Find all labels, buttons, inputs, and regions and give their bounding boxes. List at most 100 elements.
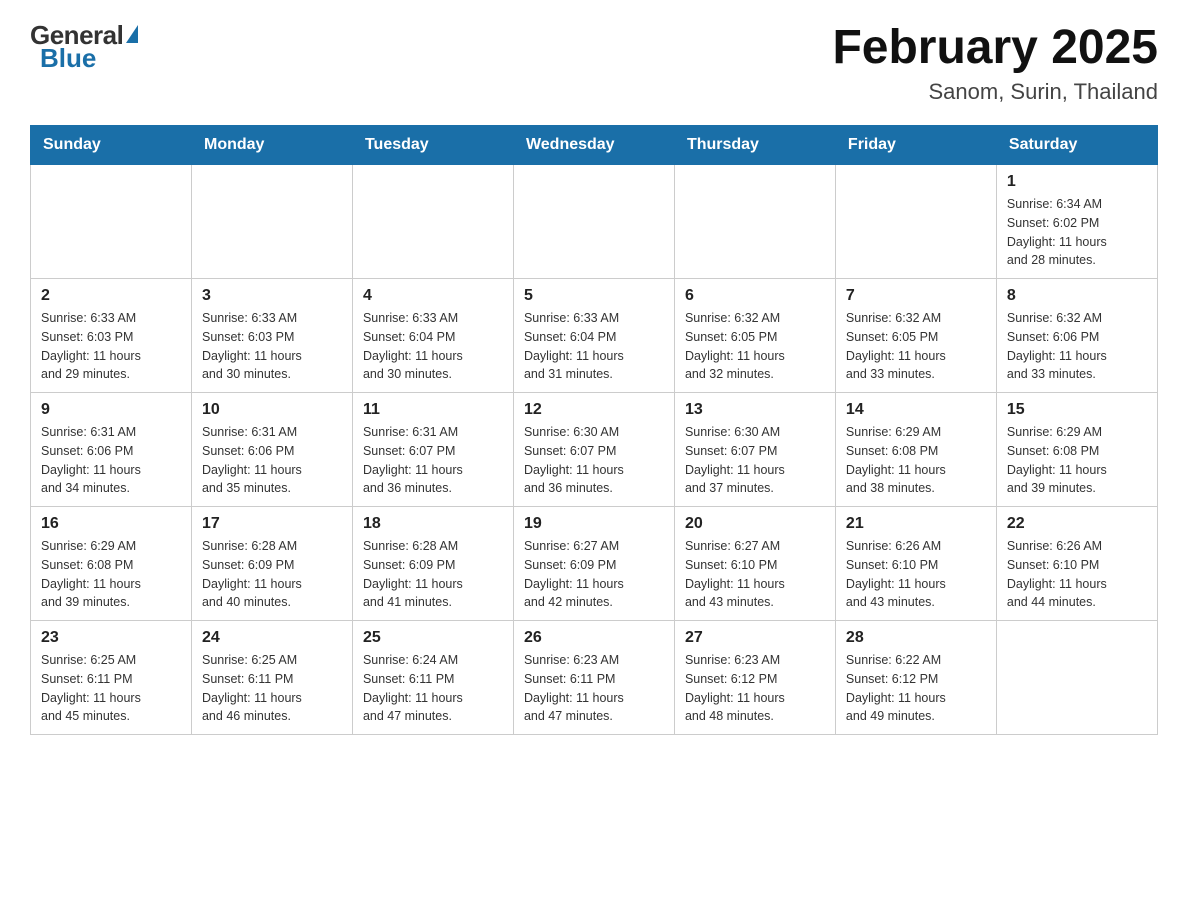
calendar-cell: 26Sunrise: 6:23 AMSunset: 6:11 PMDayligh… xyxy=(513,621,674,735)
calendar-week-row: 9Sunrise: 6:31 AMSunset: 6:06 PMDaylight… xyxy=(31,393,1158,507)
day-number: 23 xyxy=(41,629,181,647)
day-info: Sunrise: 6:29 AMSunset: 6:08 PMDaylight:… xyxy=(1007,423,1147,498)
logo-triangle-icon xyxy=(126,25,138,43)
calendar-table: SundayMondayTuesdayWednesdayThursdayFrid… xyxy=(30,125,1158,735)
day-info: Sunrise: 6:29 AMSunset: 6:08 PMDaylight:… xyxy=(41,537,181,612)
day-info: Sunrise: 6:33 AMSunset: 6:04 PMDaylight:… xyxy=(363,309,503,384)
calendar-cell: 6 Sunrise: 6:32 AMSunset: 6:05 PMDaylight… xyxy=(674,279,835,393)
day-number: 15 xyxy=(1007,401,1147,419)
calendar-cell: 3 Sunrise: 6:33 AMSunset: 6:03 PMDaylight… xyxy=(191,279,352,393)
day-info: Sunrise: 6:25 AMSunset: 6:11 PMDaylight:… xyxy=(41,651,181,726)
calendar-cell: 24 Sunrise: 6:25 AMSunset: 6:11 PMDayligh… xyxy=(191,621,352,735)
day-info: Sunrise: 6:30 AMSunset: 6:07 PMDaylight:… xyxy=(685,423,825,498)
day-of-week-header: Thursday xyxy=(674,126,835,165)
day-number: 16 xyxy=(41,515,181,533)
day-info: Sunrise: 6:32 AMSunset: 6:05 PMDaylight:… xyxy=(846,309,986,384)
calendar-cell: 11 Sunrise: 6:31 AMSunset: 6:07 PMDayligh… xyxy=(352,393,513,507)
day-number: 14 xyxy=(846,401,986,419)
day-number: 7 xyxy=(846,287,986,305)
calendar-cell xyxy=(835,165,996,279)
calendar-cell xyxy=(996,621,1157,735)
day-info: Sunrise: 6:33 AMSunset: 6:03 PMDaylight:… xyxy=(202,309,342,384)
day-info: Sunrise: 6:31 AMSunset: 6:06 PMDaylight:… xyxy=(41,423,181,498)
day-number: 21 xyxy=(846,515,986,533)
calendar-cell: 28 Sunrise: 6:22 AMSunset: 6:12 PMDayligh… xyxy=(835,621,996,735)
day-number: 11 xyxy=(363,401,503,419)
calendar-cell: 12 Sunrise: 6:30 AMSunset: 6:07 PMDayligh… xyxy=(513,393,674,507)
day-number: 17 xyxy=(202,515,342,533)
calendar-cell: 14 Sunrise: 6:29 AMSunset: 6:08 PMDayligh… xyxy=(835,393,996,507)
day-number: 22 xyxy=(1007,515,1147,533)
title-block: February 2025 Sanom, Surin, Thailand xyxy=(832,20,1158,105)
day-number: 20 xyxy=(685,515,825,533)
day-number: 24 xyxy=(202,629,342,647)
day-of-week-header: Sunday xyxy=(31,126,192,165)
calendar-cell xyxy=(191,165,352,279)
day-info: Sunrise: 6:28 AMSunset: 6:09 PMDaylight:… xyxy=(202,537,342,612)
day-number: 3 xyxy=(202,287,342,305)
calendar-cell xyxy=(513,165,674,279)
calendar-week-row: 23 Sunrise: 6:25 AMSunset: 6:11 PMDayligh… xyxy=(31,621,1158,735)
calendar-cell: 5 Sunrise: 6:33 AMSunset: 6:04 PMDaylight… xyxy=(513,279,674,393)
day-number: 8 xyxy=(1007,287,1147,305)
calendar-week-row: 16 Sunrise: 6:29 AMSunset: 6:08 PMDayligh… xyxy=(31,507,1158,621)
calendar-cell: 7 Sunrise: 6:32 AMSunset: 6:05 PMDaylight… xyxy=(835,279,996,393)
calendar-cell xyxy=(352,165,513,279)
day-of-week-header: Wednesday xyxy=(513,126,674,165)
calendar-header-row: SundayMondayTuesdayWednesdayThursdayFrid… xyxy=(31,126,1158,165)
day-number: 1 xyxy=(1007,173,1147,191)
page-header: General Blue February 2025 Sanom, Surin,… xyxy=(30,20,1158,105)
day-info: Sunrise: 6:33 AMSunset: 6:03 PMDaylight:… xyxy=(41,309,181,384)
day-info: Sunrise: 6:27 AMSunset: 6:10 PMDaylight:… xyxy=(685,537,825,612)
calendar-cell: 21 Sunrise: 6:26 AMSunset: 6:10 PMDayligh… xyxy=(835,507,996,621)
calendar-cell: 15 Sunrise: 6:29 AMSunset: 6:08 PMDayligh… xyxy=(996,393,1157,507)
calendar-cell: 1 Sunrise: 6:34 AMSunset: 6:02 PMDaylight… xyxy=(996,165,1157,279)
calendar-cell: 16 Sunrise: 6:29 AMSunset: 6:08 PMDayligh… xyxy=(31,507,192,621)
calendar-week-row: 1 Sunrise: 6:34 AMSunset: 6:02 PMDaylight… xyxy=(31,165,1158,279)
calendar-cell: 18Sunrise: 6:28 AMSunset: 6:09 PMDayligh… xyxy=(352,507,513,621)
calendar-cell: 19Sunrise: 6:27 AMSunset: 6:09 PMDayligh… xyxy=(513,507,674,621)
calendar-cell xyxy=(31,165,192,279)
day-info: Sunrise: 6:24 AMSunset: 6:11 PMDaylight:… xyxy=(363,651,503,726)
calendar-cell: 9Sunrise: 6:31 AMSunset: 6:06 PMDaylight… xyxy=(31,393,192,507)
calendar-week-row: 2Sunrise: 6:33 AMSunset: 6:03 PMDaylight… xyxy=(31,279,1158,393)
day-number: 5 xyxy=(524,287,664,305)
day-info: Sunrise: 6:23 AMSunset: 6:12 PMDaylight:… xyxy=(685,651,825,726)
calendar-cell: 13 Sunrise: 6:30 AMSunset: 6:07 PMDayligh… xyxy=(674,393,835,507)
day-number: 18 xyxy=(363,515,503,533)
day-number: 25 xyxy=(363,629,503,647)
day-info: Sunrise: 6:32 AMSunset: 6:06 PMDaylight:… xyxy=(1007,309,1147,384)
month-title: February 2025 xyxy=(832,20,1158,75)
calendar-cell: 17 Sunrise: 6:28 AMSunset: 6:09 PMDayligh… xyxy=(191,507,352,621)
calendar-cell: 4 Sunrise: 6:33 AMSunset: 6:04 PMDaylight… xyxy=(352,279,513,393)
calendar-cell: 10 Sunrise: 6:31 AMSunset: 6:06 PMDayligh… xyxy=(191,393,352,507)
day-info: Sunrise: 6:31 AMSunset: 6:07 PMDaylight:… xyxy=(363,423,503,498)
calendar-cell: 22Sunrise: 6:26 AMSunset: 6:10 PMDayligh… xyxy=(996,507,1157,621)
day-info: Sunrise: 6:26 AMSunset: 6:10 PMDaylight:… xyxy=(846,537,986,612)
day-info: Sunrise: 6:27 AMSunset: 6:09 PMDaylight:… xyxy=(524,537,664,612)
day-info: Sunrise: 6:23 AMSunset: 6:11 PMDaylight:… xyxy=(524,651,664,726)
logo: General Blue xyxy=(30,20,138,74)
day-number: 13 xyxy=(685,401,825,419)
day-info: Sunrise: 6:22 AMSunset: 6:12 PMDaylight:… xyxy=(846,651,986,726)
day-number: 4 xyxy=(363,287,503,305)
day-info: Sunrise: 6:25 AMSunset: 6:11 PMDaylight:… xyxy=(202,651,342,726)
calendar-cell: 23 Sunrise: 6:25 AMSunset: 6:11 PMDayligh… xyxy=(31,621,192,735)
day-info: Sunrise: 6:34 AMSunset: 6:02 PMDaylight:… xyxy=(1007,195,1147,270)
day-of-week-header: Tuesday xyxy=(352,126,513,165)
location-title: Sanom, Surin, Thailand xyxy=(832,79,1158,105)
calendar-cell: 25 Sunrise: 6:24 AMSunset: 6:11 PMDayligh… xyxy=(352,621,513,735)
logo-blue-text: Blue xyxy=(40,43,96,74)
day-info: Sunrise: 6:29 AMSunset: 6:08 PMDaylight:… xyxy=(846,423,986,498)
day-info: Sunrise: 6:30 AMSunset: 6:07 PMDaylight:… xyxy=(524,423,664,498)
day-number: 10 xyxy=(202,401,342,419)
day-info: Sunrise: 6:32 AMSunset: 6:05 PMDaylight:… xyxy=(685,309,825,384)
calendar-cell xyxy=(674,165,835,279)
day-number: 12 xyxy=(524,401,664,419)
day-of-week-header: Monday xyxy=(191,126,352,165)
calendar-cell: 27Sunrise: 6:23 AMSunset: 6:12 PMDayligh… xyxy=(674,621,835,735)
day-info: Sunrise: 6:33 AMSunset: 6:04 PMDaylight:… xyxy=(524,309,664,384)
day-number: 28 xyxy=(846,629,986,647)
day-number: 6 xyxy=(685,287,825,305)
day-info: Sunrise: 6:31 AMSunset: 6:06 PMDaylight:… xyxy=(202,423,342,498)
